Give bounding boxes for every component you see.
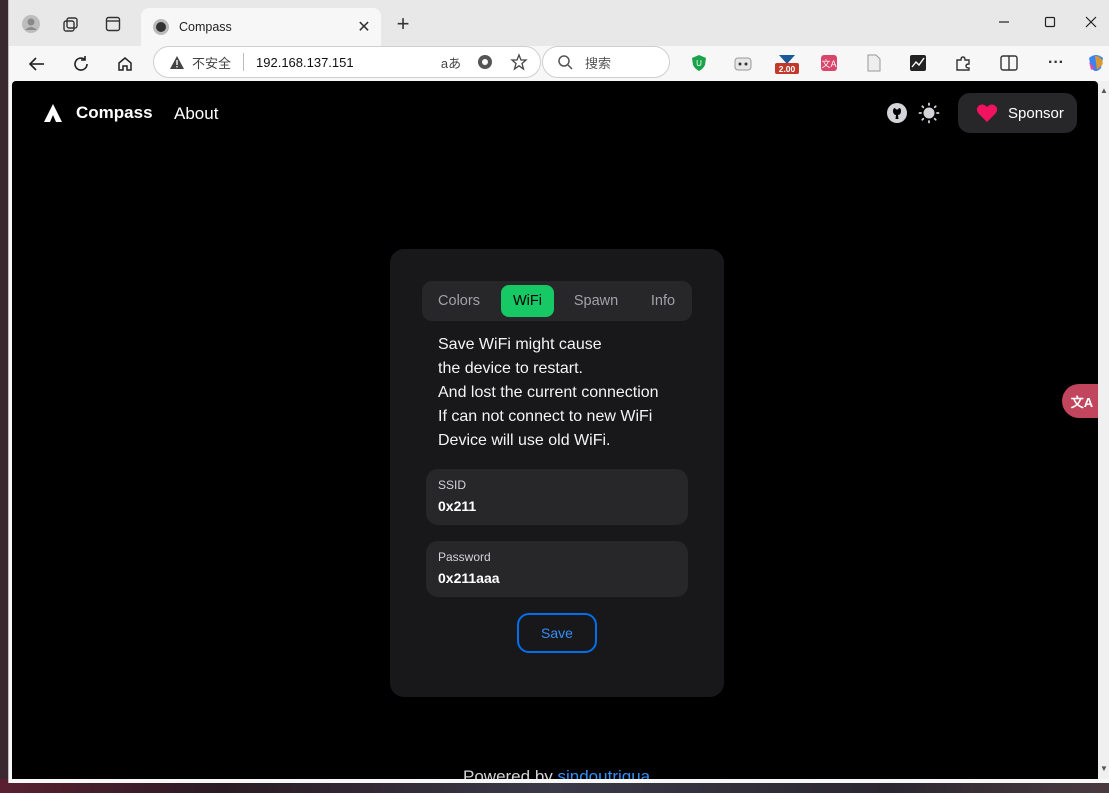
sponsor-button[interactable]: Sponsor <box>958 93 1077 133</box>
speed-badge: 2.00 <box>779 64 796 74</box>
search-placeholder: 搜索 <box>585 55 612 71</box>
brand-link[interactable]: Compass <box>44 103 153 123</box>
password-label: Password <box>438 550 491 564</box>
nav-about-link[interactable]: About <box>174 104 218 124</box>
close-window-icon[interactable] <box>1073 8 1109 36</box>
profile-icon[interactable] <box>17 10 45 38</box>
warning-line: the device to restart. <box>438 360 583 377</box>
read-aloud-icon[interactable]: aあ <box>438 49 464 75</box>
document-extension-icon[interactable] <box>862 51 886 75</box>
new-tab-button[interactable]: + <box>389 10 417 38</box>
warning-icon[interactable] <box>168 53 186 71</box>
compass-logo-icon <box>44 104 62 122</box>
tab-title: Compass <box>179 20 232 34</box>
more-menu-icon[interactable]: ··· <box>1044 51 1068 75</box>
compass-favicon-icon <box>153 19 169 35</box>
search-box[interactable]: 搜索 <box>542 46 670 78</box>
footer-prefix: Powered by <box>463 767 558 779</box>
footer-author-link[interactable]: sindoutriqua <box>558 767 651 779</box>
password-input[interactable]: 0x211aaa <box>438 570 676 586</box>
shield-extension-icon[interactable]: U <box>687 51 711 75</box>
copilot-icon[interactable] <box>1084 51 1108 75</box>
home-icon[interactable] <box>109 48 141 80</box>
scroll-down-icon[interactable]: ▼ <box>1100 765 1108 773</box>
search-icon <box>558 55 573 70</box>
warning-line: If can not connect to new WiFi <box>438 408 653 425</box>
svg-text:文A: 文A <box>821 58 836 69</box>
edge-refresh-icon[interactable] <box>472 49 498 75</box>
tab-info[interactable]: Info <box>638 285 688 317</box>
github-icon[interactable] <box>886 102 908 124</box>
ssid-input[interactable]: 0x211 <box>438 498 676 514</box>
scroll-up-icon[interactable]: ▲ <box>1100 87 1108 95</box>
chart-extension-icon[interactable] <box>906 51 930 75</box>
favorite-star-icon[interactable] <box>506 49 532 75</box>
minimize-icon[interactable] <box>981 8 1027 36</box>
translate-extension-icon[interactable]: 文A <box>817 51 841 75</box>
browser-window: Compass ✕ + 不安全 192.168.137.151 aあ 搜索 U … <box>8 0 1109 783</box>
tab-strip: Compass ✕ + <box>9 0 1109 46</box>
back-icon[interactable] <box>21 48 53 80</box>
tab-wifi[interactable]: WiFi <box>501 285 554 317</box>
warning-line: Device will use old WiFi. <box>438 432 611 449</box>
ssid-label: SSID <box>438 478 467 492</box>
settings-tabs: Colors WiFi Spawn Info <box>422 281 692 321</box>
maximize-icon[interactable] <box>1027 8 1073 36</box>
browser-toolbar: 不安全 192.168.137.151 aあ 搜索 U 2.00 文A ··· <box>9 46 1109 82</box>
close-tab-icon[interactable]: ✕ <box>353 16 375 38</box>
vertical-tabs-icon[interactable] <box>99 10 127 38</box>
floating-translate-icon[interactable]: 文A <box>1062 384 1102 418</box>
tab-spawn[interactable]: Spawn <box>562 285 630 317</box>
cat-extension-icon[interactable] <box>731 51 755 75</box>
password-field[interactable]: Password 0x211aaa <box>426 541 688 597</box>
refresh-icon[interactable] <box>65 48 97 80</box>
svg-text:U: U <box>696 59 702 68</box>
url-text[interactable]: 192.168.137.151 <box>256 55 438 70</box>
sponsor-label: Sponsor <box>1008 104 1064 122</box>
insecure-label[interactable]: 不安全 <box>192 53 231 72</box>
warning-line: Save WiFi might cause <box>438 336 602 353</box>
address-bar[interactable]: 不安全 192.168.137.151 aあ <box>153 46 541 78</box>
warning-line: And lost the current connection <box>438 384 659 401</box>
omnibox-divider <box>243 53 245 71</box>
workspaces-icon[interactable] <box>57 10 85 38</box>
split-screen-icon[interactable] <box>997 51 1021 75</box>
extensions-puzzle-icon[interactable] <box>951 51 975 75</box>
brand-name: Compass <box>76 103 153 122</box>
heart-icon <box>976 104 998 122</box>
save-button[interactable]: Save <box>517 613 597 653</box>
wifi-warning-text: Save WiFi might cause the device to rest… <box>438 333 698 453</box>
web-page: Compass About Sponsor Colors WiFi Spawn … <box>12 81 1098 779</box>
footer: Powered by sindoutriqua <box>463 767 650 779</box>
tab-colors[interactable]: Colors <box>426 285 492 317</box>
speed-extension-icon[interactable]: 2.00 <box>773 51 803 75</box>
ssid-field[interactable]: SSID 0x211 <box>426 469 688 525</box>
page-scrollbar[interactable]: ▲ ▼ <box>1098 81 1109 779</box>
theme-toggle-icon[interactable] <box>918 102 940 124</box>
tab-compass[interactable]: Compass ✕ <box>141 8 381 46</box>
settings-card: Colors WiFi Spawn Info Save WiFi might c… <box>390 249 724 697</box>
